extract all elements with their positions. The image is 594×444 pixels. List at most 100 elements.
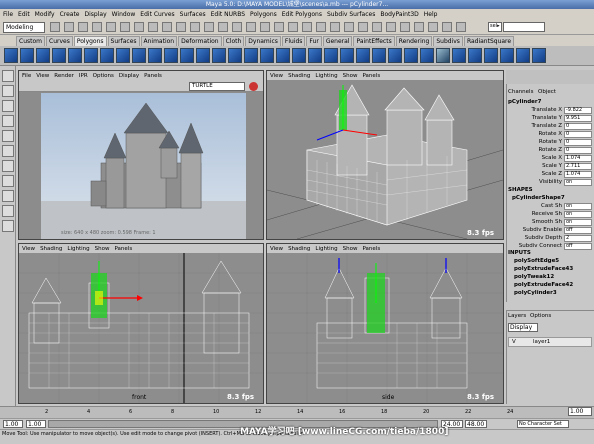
toolbox-tool-icon[interactable]	[2, 145, 14, 157]
shape-channel-row[interactable]: Subdiv Connect off	[506, 243, 594, 251]
menu-modify[interactable]: Modify	[35, 11, 55, 18]
shelf-polygon-tool-icon[interactable]	[420, 48, 434, 63]
status-line-button[interactable]	[218, 22, 228, 32]
rv-menu-file[interactable]: File	[22, 73, 31, 79]
channel-value[interactable]: on	[564, 179, 592, 186]
channel-row[interactable]: Translate X -9.822	[506, 107, 594, 115]
input-node-item[interactable]: polyExtrudeFace42	[514, 282, 573, 288]
channel-row[interactable]: Rotate Y0	[506, 139, 594, 147]
front-menu-shading[interactable]: Shading	[40, 246, 62, 252]
render-icon[interactable]	[249, 82, 258, 91]
shape-channel-row[interactable]: Cast Sh on	[506, 203, 594, 211]
shelf-polygon-tool-icon[interactable]	[500, 48, 514, 63]
channel-value[interactable]: 0	[564, 123, 592, 130]
status-line-button[interactable]	[428, 22, 438, 32]
status-line-button[interactable]	[386, 22, 396, 32]
front-menu-view[interactable]: View	[22, 246, 35, 252]
status-line-button[interactable]	[78, 22, 88, 32]
status-line-button[interactable]	[456, 22, 466, 32]
character-set-dropdown[interactable]: No Character Set	[517, 420, 569, 428]
rv-menu-ipr[interactable]: IPR	[79, 73, 88, 79]
menu-window[interactable]: Window	[112, 11, 136, 18]
menu-help[interactable]: Help	[424, 11, 438, 18]
channel-row[interactable]: Translate Y 9.951	[506, 115, 594, 123]
tab-deformation[interactable]: Deformation	[178, 36, 222, 46]
front-menu-show[interactable]: Show	[95, 246, 110, 252]
layer-visibility[interactable]: V	[512, 339, 516, 345]
shape-channel-value[interactable]: off	[564, 227, 592, 234]
menu-subdiv-surfaces[interactable]: Subdiv Surfaces	[327, 11, 375, 18]
menu-set-selector[interactable]: Modeling	[3, 22, 45, 33]
status-line-button[interactable]	[92, 22, 102, 32]
shelf-polygon-tool-icon[interactable]	[388, 48, 402, 63]
input-node-item[interactable]: polySoftEdge5	[514, 258, 559, 264]
channel-value[interactable]: 1.074	[564, 155, 592, 162]
rv-menu-options[interactable]: Options	[93, 73, 114, 79]
status-line-button[interactable]	[302, 22, 312, 32]
layers-menu[interactable]: Layers	[508, 313, 526, 319]
status-line-button[interactable]	[148, 22, 158, 32]
shelf-polygon-tool-icon[interactable]	[36, 48, 50, 63]
shelf-polygon-tool-icon[interactable]	[404, 48, 418, 63]
toolbox-tool-icon[interactable]	[2, 220, 14, 232]
status-line-button[interactable]	[232, 22, 242, 32]
status-line-button[interactable]	[190, 22, 200, 32]
side-menu-panels[interactable]: Panels	[362, 246, 380, 252]
menu-display[interactable]: Display	[85, 11, 107, 18]
status-line-button[interactable]	[288, 22, 298, 32]
persp-menu-show[interactable]: Show	[343, 73, 358, 79]
toolbox-tool-icon[interactable]	[2, 175, 14, 187]
channel-value[interactable]: 2.711	[564, 163, 592, 170]
shelf-polygon-tool-icon[interactable]	[436, 48, 450, 63]
shelf-polygon-tool-icon[interactable]	[52, 48, 66, 63]
shelf-polygon-tool-icon[interactable]	[516, 48, 530, 63]
renderer-dropdown[interactable]: TURTLE	[189, 82, 245, 91]
status-line-button[interactable]	[372, 22, 382, 32]
end-time-field[interactable]: 48.00	[465, 420, 487, 428]
shelf-polygon-tool-icon[interactable]	[228, 48, 242, 63]
layer-row[interactable]: V layer1	[508, 337, 592, 347]
shape-channel-value[interactable]: on	[564, 219, 592, 226]
channel-value[interactable]: -9.822	[564, 107, 592, 114]
shelf-polygon-tool-icon[interactable]	[20, 48, 34, 63]
shape-channel-value[interactable]: on	[564, 211, 592, 218]
persp-menu-lighting[interactable]: Lighting	[315, 73, 337, 79]
shelf-polygon-tool-icon[interactable]	[84, 48, 98, 63]
status-line-button[interactable]	[134, 22, 144, 32]
shape-channel-value[interactable]: off	[564, 243, 592, 250]
persp-menu-panels[interactable]: Panels	[362, 73, 380, 79]
shelf-polygon-tool-icon[interactable]	[180, 48, 194, 63]
side-menu-shading[interactable]: Shading	[288, 246, 310, 252]
status-line-button[interactable]	[400, 22, 410, 32]
shape-channel-row[interactable]: Subdiv Depth 2	[506, 235, 594, 243]
menu-surfaces[interactable]: Surfaces	[180, 11, 206, 18]
status-line-button[interactable]	[442, 22, 452, 32]
front-menu-lighting[interactable]: Lighting	[67, 246, 89, 252]
status-line-button[interactable]	[50, 22, 60, 32]
status-line-button[interactable]	[414, 22, 424, 32]
channel-row[interactable]: Rotate X0	[506, 131, 594, 139]
menu-bodypaint[interactable]: BodyPaint3D	[380, 11, 418, 18]
persp-viewport[interactable]: 8.3 fps	[267, 80, 503, 239]
front-menu-panels[interactable]: Panels	[114, 246, 132, 252]
status-line-button[interactable]	[162, 22, 172, 32]
shelf-polygon-tool-icon[interactable]	[100, 48, 114, 63]
channel-value[interactable]: 1.074	[564, 171, 592, 178]
shelf-polygon-tool-icon[interactable]	[4, 48, 18, 63]
shelf-polygon-tool-icon[interactable]	[452, 48, 466, 63]
shelf-polygon-tool-icon[interactable]	[196, 48, 210, 63]
input-node-item[interactable]: polyCylinder3	[514, 290, 557, 296]
status-line-button[interactable]	[344, 22, 354, 32]
channel-row[interactable]: Scale Z 1.074	[506, 171, 594, 179]
toolbox-tool-icon[interactable]	[2, 100, 14, 112]
status-line-button[interactable]	[274, 22, 284, 32]
toolbox-tool-icon[interactable]	[2, 205, 14, 217]
status-line-button[interactable]	[260, 22, 270, 32]
channel-row[interactable]: Visibility on	[506, 179, 594, 187]
tab-subdivs[interactable]: Subdivs	[433, 36, 463, 46]
status-line-button[interactable]	[106, 22, 116, 32]
current-time-field[interactable]: 1.00	[568, 407, 592, 416]
tab-curves[interactable]: Curves	[46, 36, 73, 46]
toolbox-tool-icon[interactable]	[2, 130, 14, 142]
shelf-polygon-tool-icon[interactable]	[212, 48, 226, 63]
